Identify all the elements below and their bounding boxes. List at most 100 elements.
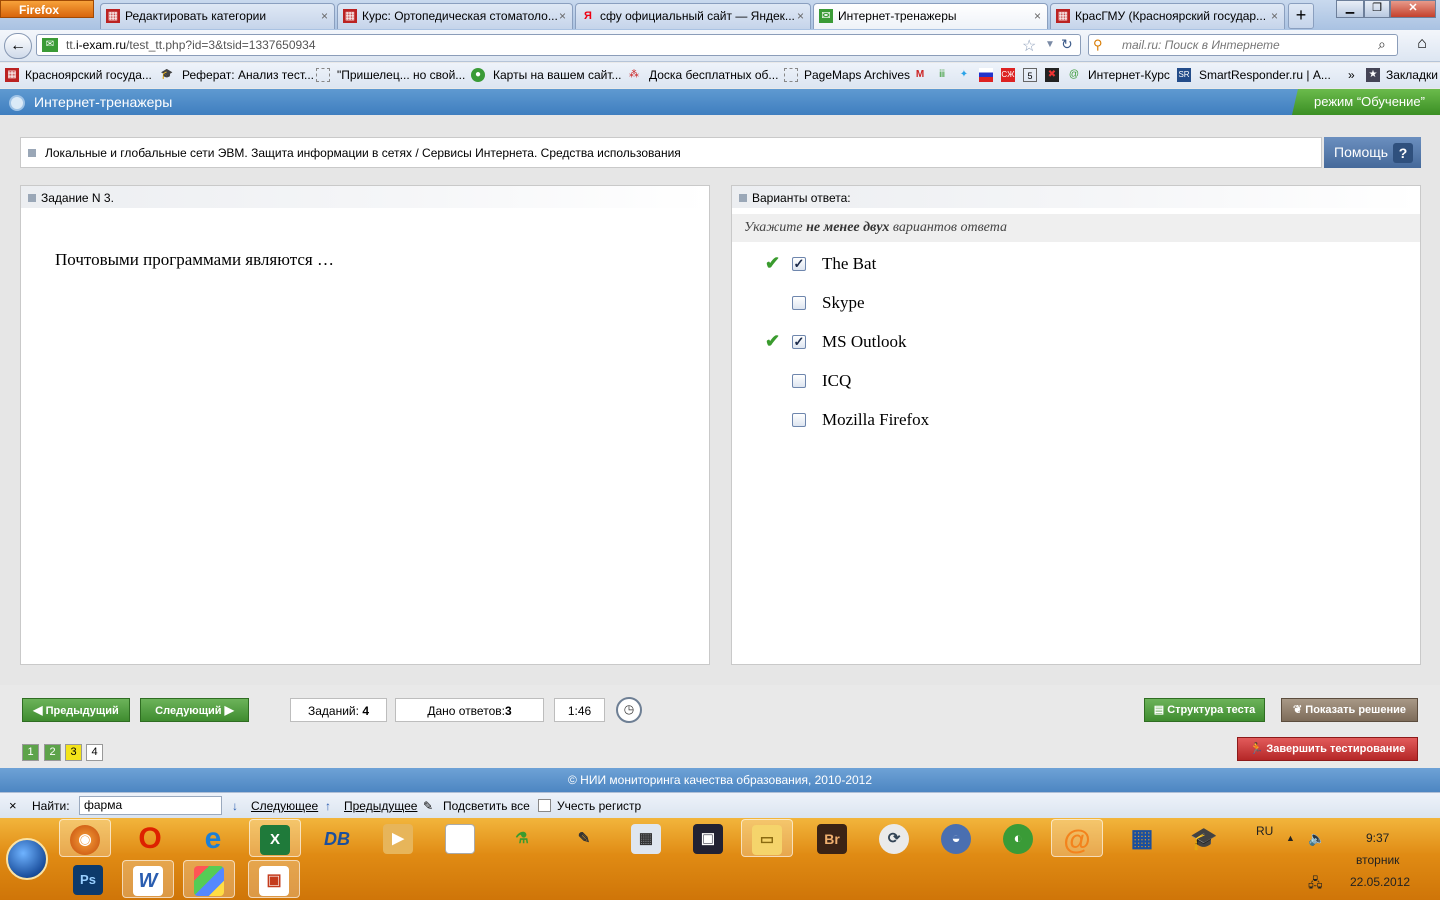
page-2-button[interactable]: 2 bbox=[44, 744, 61, 761]
bookmarks-overflow-icon[interactable]: » bbox=[1348, 68, 1355, 82]
dropdown-icon[interactable]: ▼ bbox=[1045, 39, 1055, 50]
answer-checkbox[interactable] bbox=[792, 374, 806, 388]
url-text[interactable]: tt.i-exam.ru/test_tt.php?id=3&tsid=13376… bbox=[66, 38, 316, 52]
test-structure-button[interactable]: ▤ Структура теста bbox=[1144, 698, 1265, 722]
bookmark-item[interactable]: SmartResponder.ru | А... bbox=[1199, 68, 1331, 82]
media-icon[interactable]: ▶ bbox=[372, 819, 424, 857]
notepad-icon[interactable] bbox=[434, 819, 486, 857]
page-3-button[interactable]: 3 bbox=[65, 744, 82, 761]
show-solution-button[interactable]: ❦ Показать решение bbox=[1281, 698, 1418, 722]
twitter-icon[interactable]: ✦ bbox=[957, 68, 971, 82]
russia-flag-icon[interactable] bbox=[979, 68, 993, 82]
finish-test-button[interactable]: 🏃 Завершить тестирование bbox=[1237, 737, 1418, 761]
bookmark-item[interactable]: PageMaps Archives bbox=[804, 68, 910, 82]
network-icon[interactable]: 🖧 bbox=[1308, 874, 1323, 896]
answer-checkbox[interactable] bbox=[792, 413, 806, 427]
answer-option[interactable]: Skype bbox=[731, 284, 1421, 323]
answer-option[interactable]: Mozilla Firefox bbox=[731, 401, 1421, 440]
odnoklassniki-icon[interactable]: ⅲ bbox=[935, 68, 949, 82]
gmail-icon[interactable]: M bbox=[913, 68, 927, 82]
minimize-button[interactable]: ▁ bbox=[1336, 0, 1364, 18]
clock-time[interactable]: 9:37 bbox=[1366, 831, 1389, 845]
graduation-icon[interactable]: 🎓 bbox=[1178, 819, 1230, 857]
arrow-up-icon[interactable]: ↑ bbox=[325, 799, 331, 813]
windows-icon[interactable] bbox=[183, 860, 235, 898]
bookmark-item[interactable]: "Пришелец... но свой... bbox=[337, 68, 465, 82]
close-icon[interactable]: × bbox=[1034, 4, 1041, 28]
bookmarks-menu[interactable]: Закладки bbox=[1386, 68, 1438, 82]
page-4-button[interactable]: 4 bbox=[86, 744, 103, 761]
answer-checkbox[interactable]: ✓ bbox=[792, 335, 806, 349]
sj-icon[interactable]: СЖ bbox=[1001, 68, 1015, 82]
cleaner-icon[interactable]: ◒ bbox=[930, 819, 982, 857]
help-button[interactable]: Помощь ? bbox=[1324, 137, 1421, 168]
bridge-icon[interactable]: Br bbox=[806, 819, 858, 857]
close-icon[interactable]: × bbox=[321, 4, 328, 28]
close-icon[interactable]: × bbox=[9, 798, 17, 813]
tab-internet-trainers[interactable]: ✉ Интернет-тренажеры × bbox=[813, 3, 1048, 29]
bookmark-item[interactable]: Реферат: Анализ тест... bbox=[182, 68, 314, 82]
previous-button[interactable]: ◀ Предыдущий bbox=[22, 698, 130, 722]
bookmark-item[interactable]: Доска бесплатных об... bbox=[649, 68, 778, 82]
word-icon[interactable]: W bbox=[122, 860, 174, 898]
save-icon[interactable]: ▣ bbox=[682, 819, 734, 857]
answer-checkbox[interactable]: ✓ bbox=[792, 257, 806, 271]
page-1-button[interactable]: 1 bbox=[22, 744, 39, 761]
explorer-icon[interactable]: ▭ bbox=[741, 819, 793, 857]
arrow-down-icon[interactable]: ↓ bbox=[232, 799, 238, 813]
calendar-icon[interactable]: 5 bbox=[1023, 68, 1037, 82]
search-input[interactable]: mail.ru: Поиск в Интернете bbox=[1122, 38, 1280, 52]
search-engine-icon[interactable]: ⚲ bbox=[1093, 37, 1103, 53]
bookmark-item[interactable]: Карты на вашем сайт... bbox=[493, 68, 622, 82]
tab-course[interactable]: ▦ Курс: Ортопедическая стоматоло... × bbox=[337, 3, 573, 29]
answer-checkbox[interactable] bbox=[792, 296, 806, 310]
utility-icon[interactable]: ◐ bbox=[992, 819, 1044, 857]
opera-icon[interactable]: O bbox=[124, 819, 176, 857]
bookmark-item[interactable]: Красноярский госуда... bbox=[25, 68, 152, 82]
maximize-button[interactable]: ❐ bbox=[1364, 0, 1390, 18]
x-icon[interactable]: ✖ bbox=[1045, 68, 1059, 82]
highlight-all-button[interactable]: Подсветить все bbox=[443, 799, 530, 813]
back-arrow-icon[interactable]: ← bbox=[4, 33, 32, 59]
star-icon[interactable]: ☆ bbox=[1022, 36, 1036, 56]
mail-icon[interactable]: @ bbox=[1051, 819, 1103, 857]
new-tab-button[interactable]: + bbox=[1288, 3, 1314, 29]
firefox-menu-button[interactable]: Firefox bbox=[0, 0, 94, 18]
match-case-checkbox[interactable] bbox=[538, 799, 551, 812]
tray-expand-icon[interactable]: ▲ bbox=[1286, 833, 1295, 843]
answer-option[interactable]: ✔ ✓ The Bat bbox=[731, 245, 1421, 284]
reload-icon[interactable]: ↻ bbox=[1061, 36, 1073, 53]
calculator-icon[interactable]: ▦ bbox=[620, 819, 672, 857]
finish-label: Завершить тестирование bbox=[1266, 743, 1406, 755]
start-button[interactable] bbox=[6, 838, 48, 880]
tab-yandex[interactable]: Я сфу официальный сайт — Яндек... × bbox=[575, 3, 811, 29]
bookmark-item[interactable]: Интернет-Курс bbox=[1088, 68, 1170, 82]
photoshop-icon[interactable]: Ps bbox=[62, 860, 114, 898]
search-icon[interactable]: ⌕ bbox=[1378, 36, 1386, 53]
tool-icon[interactable]: ⟳ bbox=[868, 819, 920, 857]
tiles-icon[interactable]: ▦ bbox=[1116, 819, 1168, 857]
answer-option[interactable]: ICQ bbox=[731, 362, 1421, 401]
volume-icon[interactable]: 🔈 bbox=[1308, 830, 1325, 847]
dbase-icon[interactable]: DB bbox=[311, 819, 363, 857]
chem-icon[interactable]: ⚗ bbox=[496, 819, 548, 857]
language-indicator[interactable]: RU bbox=[1256, 824, 1273, 838]
ie-icon[interactable]: e bbox=[187, 819, 239, 857]
firefox-icon[interactable]: ◉ bbox=[59, 819, 111, 857]
next-button[interactable]: Следующий ▶ bbox=[140, 698, 249, 722]
home-icon[interactable]: ⌂ bbox=[1408, 34, 1436, 56]
close-icon[interactable]: × bbox=[797, 4, 804, 28]
close-icon[interactable]: × bbox=[1271, 4, 1278, 28]
match-case-label[interactable]: Учесть регистр bbox=[557, 799, 641, 813]
close-window-button[interactable]: ✕ bbox=[1390, 0, 1436, 18]
find-input[interactable]: фарма bbox=[79, 796, 222, 815]
tab-krasgmu[interactable]: ▦ КрасГМУ (Красноярский государ... × bbox=[1050, 3, 1285, 29]
close-icon[interactable]: × bbox=[559, 4, 566, 28]
tab-edit-categories[interactable]: ▦ Редактировать категории × bbox=[100, 3, 335, 29]
find-next-button[interactable]: Следующее bbox=[251, 799, 318, 813]
excel-icon[interactable]: X bbox=[249, 819, 301, 857]
answer-option[interactable]: ✔ ✓ MS Outlook bbox=[731, 323, 1421, 362]
find-previous-button[interactable]: Предыдущее bbox=[344, 799, 417, 813]
powerpoint-icon[interactable]: ▣ bbox=[248, 860, 300, 898]
paint-icon[interactable]: ✎ bbox=[558, 819, 610, 857]
